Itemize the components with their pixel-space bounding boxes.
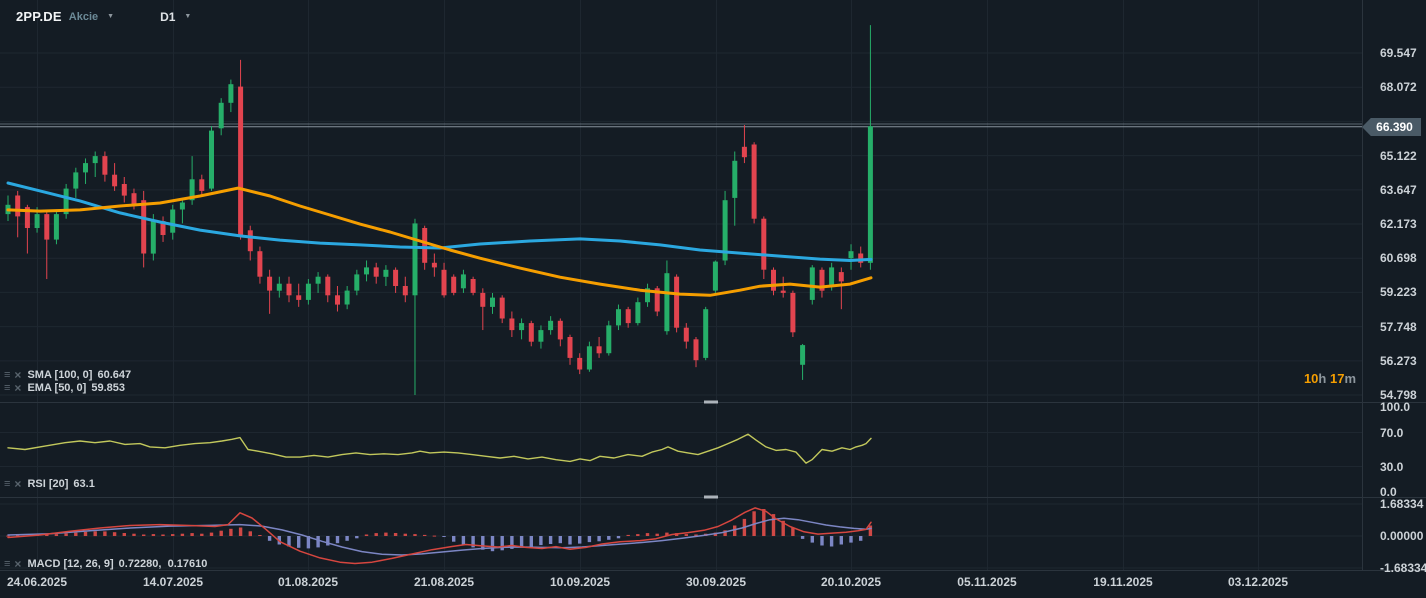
price-axis-label: 60.698 bbox=[1380, 251, 1417, 266]
price-axis-label: 65.122 bbox=[1380, 148, 1417, 163]
macd-value: 0.72280, 0.17610 bbox=[118, 558, 208, 570]
symbol-header: 2PP.DE Akcie ▼ D1 ▼ bbox=[16, 9, 191, 24]
price-chart-canvas[interactable] bbox=[0, 0, 1426, 598]
price-axis-label: 69.547 bbox=[1380, 46, 1417, 60]
indicator-row-ema: ≡ × EMA [50, 0] 59.853 bbox=[4, 381, 125, 395]
price-axis-label: 63.647 bbox=[1380, 182, 1417, 197]
price-axis-label: 59.223 bbox=[1380, 285, 1417, 300]
time-axis-label: 24.06.2025 bbox=[6, 575, 68, 589]
timeframe-selector[interactable]: D1 bbox=[160, 10, 175, 24]
indicator-row-macd: ≡ × MACD [12, 26, 9] 0.72280, 0.17610 bbox=[4, 557, 207, 571]
chart-window: 2PP.DE Akcie ▼ D1 ▼ ≡ × SMA [100, 0] 60.… bbox=[0, 0, 1426, 598]
indicator-remove-icon[interactable]: × bbox=[14, 557, 21, 571]
indicator-settings-icon[interactable]: ≡ bbox=[4, 382, 10, 394]
ema-label: EMA [50, 0] bbox=[27, 382, 87, 394]
timeframe-dropdown-caret-icon[interactable]: ▼ bbox=[184, 13, 191, 20]
indicator-settings-icon[interactable]: ≡ bbox=[4, 478, 10, 490]
time-axis-label: 20.10.2025 bbox=[820, 575, 882, 589]
price-axis-label: 62.173 bbox=[1380, 217, 1417, 231]
sma-value: 60.647 bbox=[97, 369, 132, 381]
price-axis-label: 68.072 bbox=[1380, 80, 1417, 95]
rsi-label: RSI [20] bbox=[27, 478, 69, 490]
indicator-row-sma: ≡ × SMA [100, 0] 60.647 bbox=[4, 368, 131, 382]
ema-value: 59.853 bbox=[91, 382, 125, 394]
sma-label: SMA [100, 0] bbox=[27, 369, 93, 381]
indicator-settings-icon[interactable]: ≡ bbox=[4, 369, 10, 381]
last-price-tag: 66.390 bbox=[1362, 118, 1421, 136]
price-axis-label: 57.748 bbox=[1380, 319, 1417, 334]
macd-label: MACD [12, 26, 9] bbox=[27, 558, 114, 570]
symbol-dropdown-caret-icon[interactable]: ▼ bbox=[107, 13, 114, 20]
time-axis-label: 10.09.2025 bbox=[549, 575, 611, 589]
time-axis-label: 05.11.2025 bbox=[957, 575, 1017, 589]
time-axis-label: 30.09.2025 bbox=[685, 575, 747, 589]
indicator-remove-icon[interactable]: × bbox=[14, 477, 21, 491]
time-axis-label: 19.11.2025 bbox=[1093, 575, 1153, 589]
indicator-remove-icon[interactable]: × bbox=[14, 381, 21, 395]
time-axis-label: 21.08.2025 bbox=[413, 575, 475, 589]
macd-axis-label: 0.00000 bbox=[1380, 529, 1424, 543]
time-axis-label: 14.07.2025 bbox=[142, 575, 204, 589]
price-axis-label: 56.273 bbox=[1380, 353, 1417, 368]
symbol-name[interactable]: 2PP.DE bbox=[16, 9, 62, 24]
indicator-settings-icon[interactable]: ≡ bbox=[4, 558, 10, 570]
macd-axis-label: -1.68334 bbox=[1380, 560, 1426, 575]
rsi-value: 63.1 bbox=[73, 478, 95, 490]
rsi-axis-label: 70.0 bbox=[1380, 425, 1404, 440]
rsi-axis-label: 100.0 bbox=[1380, 400, 1411, 414]
indicator-row-rsi: ≡ × RSI [20] 63.1 bbox=[4, 477, 95, 491]
time-axis-label: 03.12.2025 bbox=[1227, 575, 1289, 589]
last-price-value: 66.390 bbox=[1376, 120, 1413, 134]
candle-countdown: 10h 17m bbox=[1303, 371, 1356, 386]
instrument-type-label: Akcie bbox=[68, 10, 99, 23]
macd-axis-label: 1.68334 bbox=[1380, 497, 1424, 512]
time-axis-label: 01.08.2025 bbox=[277, 575, 339, 589]
rsi-axis-label: 30.0 bbox=[1380, 459, 1404, 474]
indicator-remove-icon[interactable]: × bbox=[14, 368, 21, 382]
